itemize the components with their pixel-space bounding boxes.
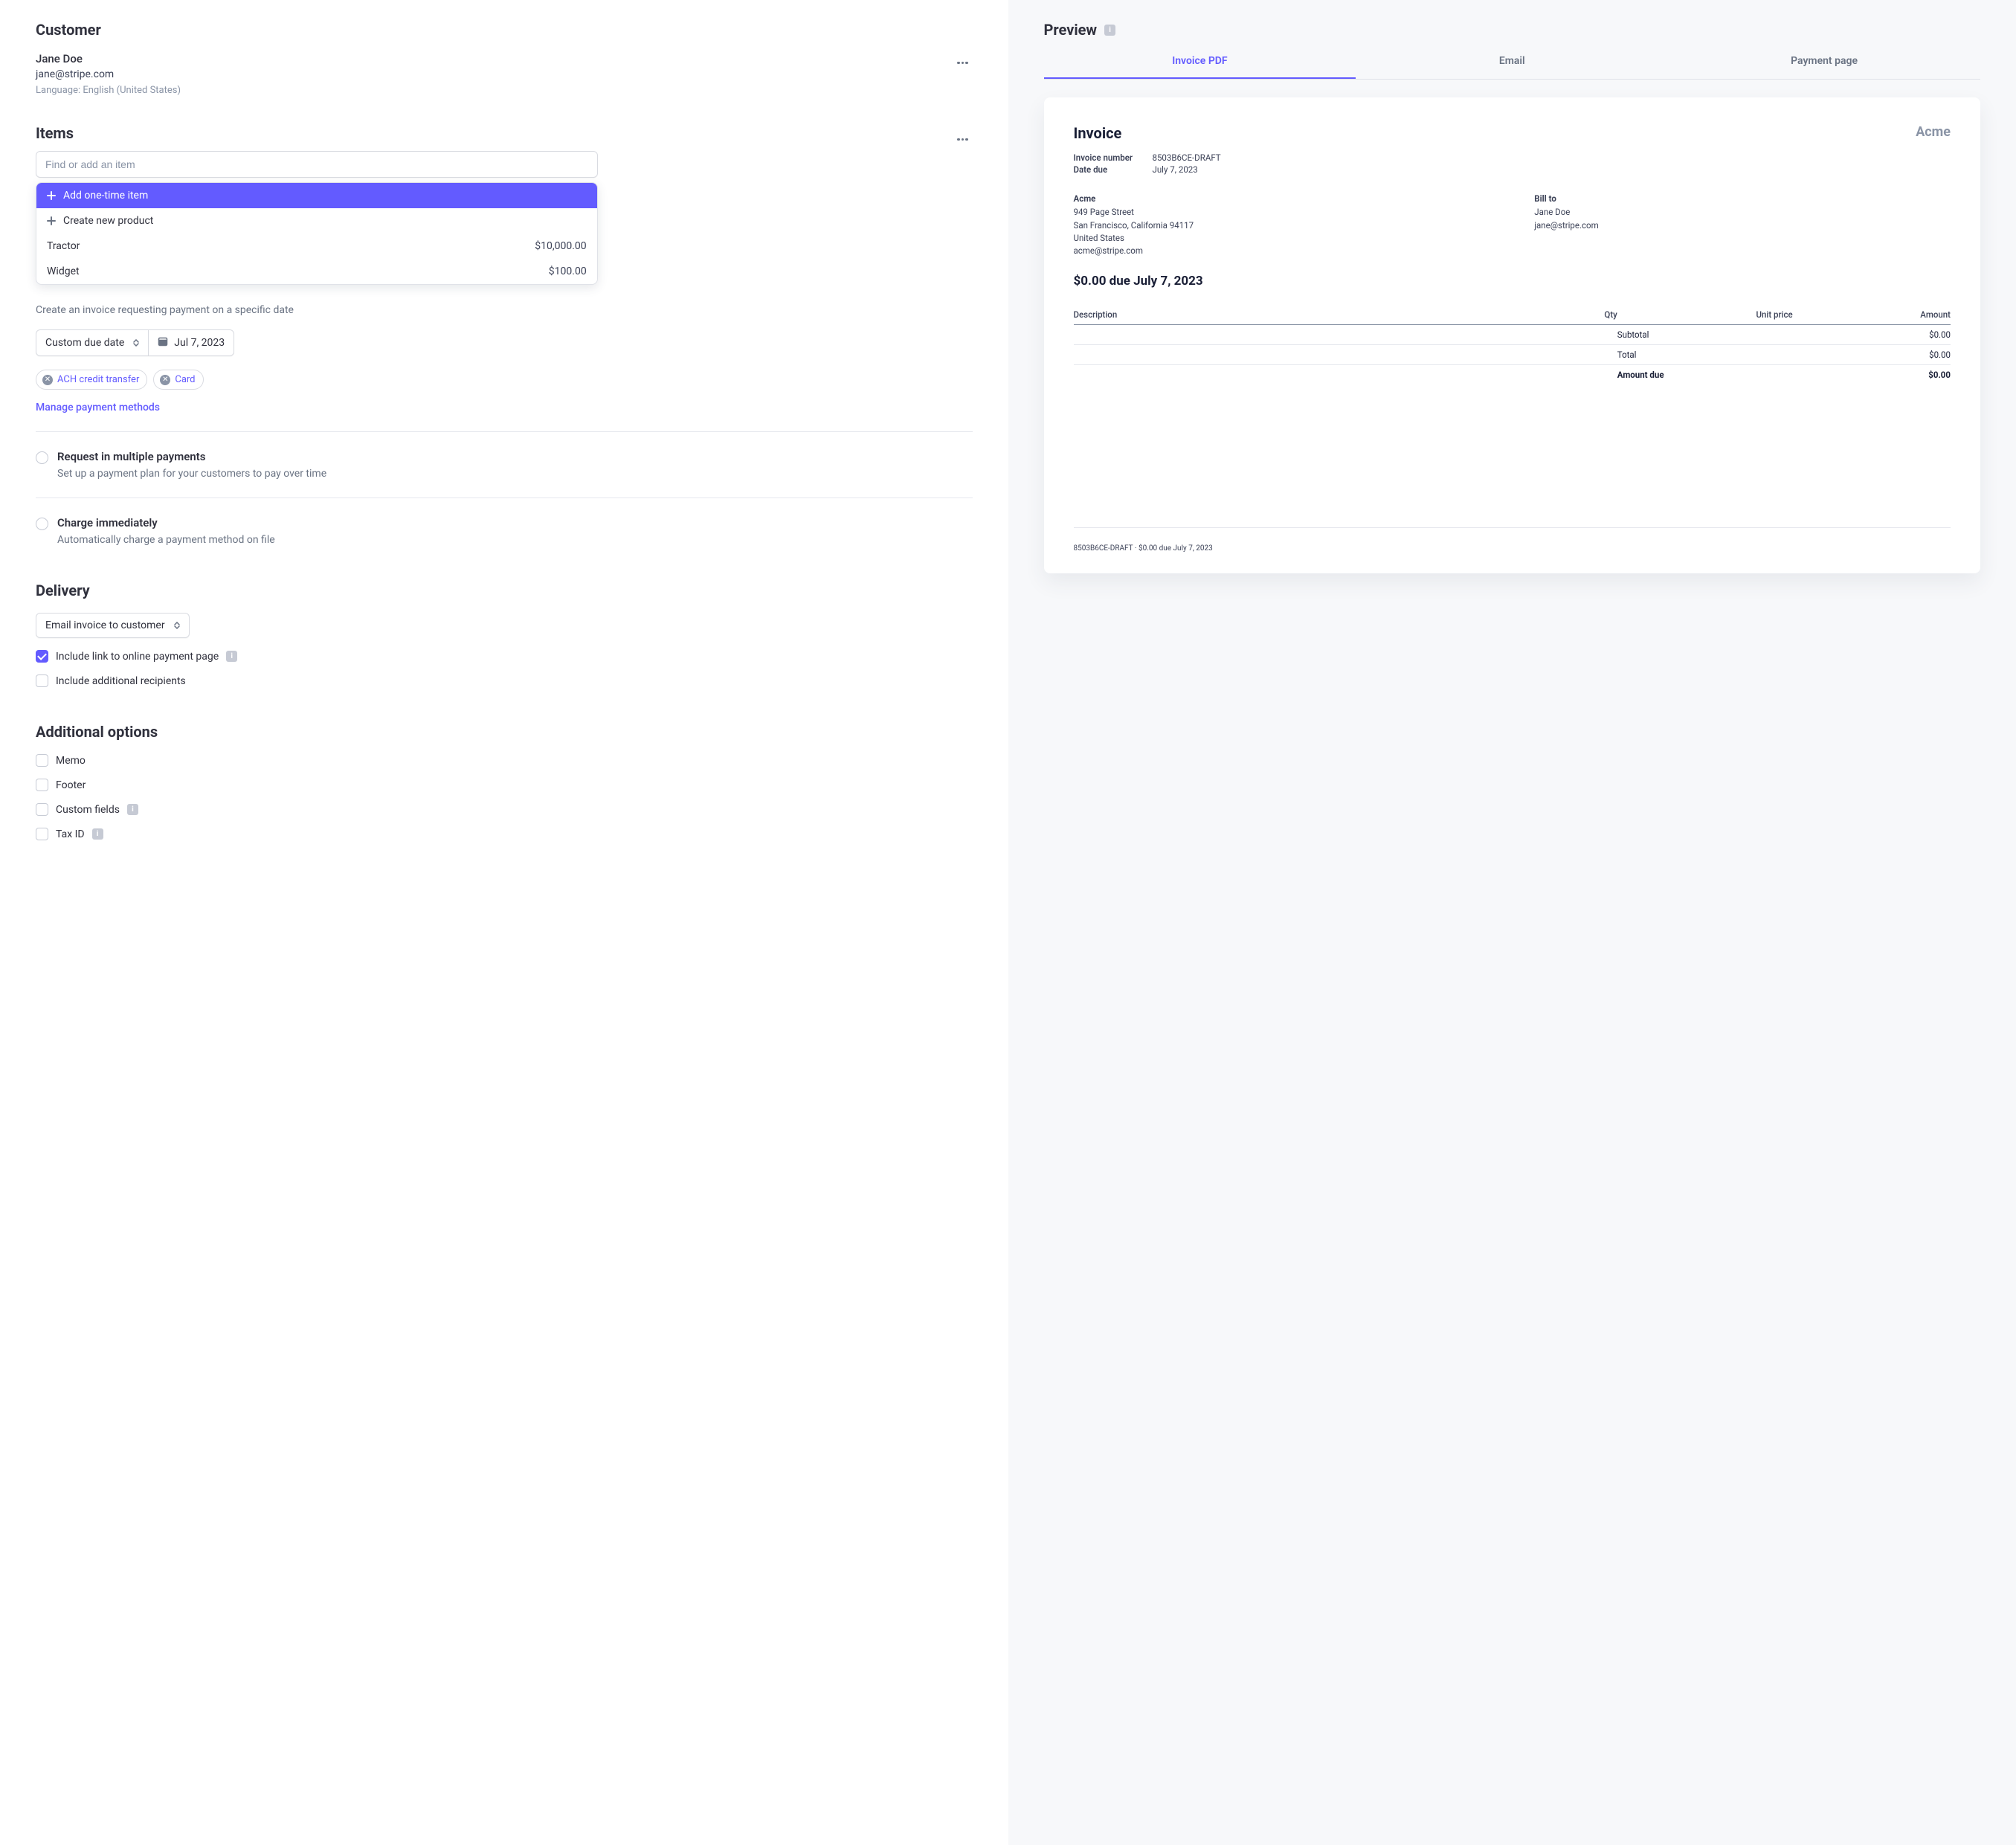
add-one-time-item-option[interactable]: Add one-time item [36,183,597,208]
remove-chip-icon[interactable]: ✕ [160,375,170,385]
payment-method-chip[interactable]: ✕ Card [153,370,203,390]
charge-immediately-desc: Automatically charge a payment method on… [57,534,275,546]
due-date-value: Jul 7, 2023 [174,337,225,349]
invoice-title: Invoice [1074,124,1122,142]
info-icon[interactable]: i [1104,25,1115,36]
tab-invoice-pdf[interactable]: Invoice PDF [1044,46,1356,79]
summary-value: $0.00 [1793,325,1951,345]
item-search-input[interactable] [36,151,598,178]
delivery-method-select[interactable]: Email invoice to customer [36,613,190,638]
col-amount: Amount [1793,305,1951,325]
bill-to-email: jane@stripe.com [1534,219,1951,232]
invoice-line-items-table: Description Qty Unit price Amount Subtot… [1074,305,1951,384]
info-icon[interactable]: i [92,828,103,840]
due-date-mode-label: Custom due date [45,337,124,349]
product-option[interactable]: Widget $100.00 [36,259,597,284]
from-line1: 949 Page Street [1074,206,1490,219]
memo-checkbox[interactable] [36,754,48,767]
due-date-picker[interactable]: Jul 7, 2023 [148,329,234,356]
invoice-number-label: Invoice number [1074,152,1139,163]
info-icon[interactable]: i [226,651,237,662]
select-updown-icon [174,622,180,629]
multiple-payments-title: Request in multiple payments [57,450,326,463]
col-description: Description [1074,305,1495,325]
create-product-label: Create new product [63,215,153,227]
product-option[interactable]: Tractor $10,000.00 [36,234,597,259]
customer-language: Language: English (United States) [36,85,181,96]
remove-chip-icon[interactable]: ✕ [42,375,53,385]
invoice-company: Acme [1916,124,1951,140]
customer-more-button[interactable] [953,52,973,70]
memo-label: Memo [56,755,86,767]
from-line3: United States [1074,232,1490,245]
summary-label: Total [1617,345,1793,365]
product-price: $100.00 [549,265,587,277]
horizontal-dots-icon [957,138,968,141]
product-name: Tractor [47,240,80,252]
items-heading: Items [36,124,74,142]
invoice-number-value: 8503B6CE-DRAFT [1153,152,1221,163]
summary-label: Amount due [1617,365,1793,385]
horizontal-dots-icon [957,62,968,65]
payment-method-label: Card [175,374,195,385]
delivery-method-label: Email invoice to customer [45,619,165,631]
charge-immediately-radio[interactable] [36,518,48,530]
create-product-option[interactable]: Create new product [36,208,597,234]
include-payment-link-checkbox[interactable] [36,650,48,663]
delivery-heading: Delivery [36,582,973,599]
calendar-icon [158,336,168,350]
col-qty: Qty [1495,305,1617,325]
include-payment-link-label: Include link to online payment page [56,651,219,663]
invoice-preview-card: Invoice Acme Invoice number 8503B6CE-DRA… [1044,97,1981,573]
payment-method-label: ACH credit transfer [57,374,139,385]
bill-to-name: Jane Doe [1534,206,1951,219]
tab-payment-page[interactable]: Payment page [1668,46,1980,79]
invoice-date-due-label: Date due [1074,164,1139,175]
custom-fields-checkbox[interactable] [36,803,48,816]
product-name: Widget [47,265,80,277]
summary-value: $0.00 [1793,365,1951,385]
preview-heading: Preview [1044,21,1098,39]
manage-payment-methods-link[interactable]: Manage payment methods [36,402,160,413]
tax-id-checkbox[interactable] [36,828,48,840]
summary-value: $0.00 [1793,345,1951,365]
add-one-time-item-label: Add one-time item [63,190,148,202]
customer-heading: Customer [36,21,973,39]
from-email: acme@stripe.com [1074,245,1490,257]
plus-icon [47,191,56,200]
items-more-button[interactable] [953,129,973,146]
plus-icon [47,216,56,225]
payment-description: Create an invoice requesting payment on … [36,304,973,316]
multiple-payments-radio[interactable] [36,451,48,464]
charge-immediately-title: Charge immediately [57,516,275,529]
summary-label: Subtotal [1617,325,1793,345]
customer-email: jane@stripe.com [36,68,181,80]
payment-method-chip[interactable]: ✕ ACH credit transfer [36,370,147,390]
footer-label: Footer [56,779,86,791]
additional-options-heading: Additional options [36,723,973,741]
multiple-payments-desc: Set up a payment plan for your customers… [57,468,326,480]
from-line2: San Francisco, California 94117 [1074,219,1490,232]
divider [36,431,973,432]
product-price: $10,000.00 [535,240,586,252]
info-icon[interactable]: i [127,804,138,815]
tax-id-label: Tax ID [56,828,85,840]
due-date-mode-select[interactable]: Custom due date [36,329,148,356]
customer-name: Jane Doe [36,52,181,65]
invoice-date-due-value: July 7, 2023 [1153,164,1198,175]
custom-fields-label: Custom fields [56,804,120,816]
invoice-body-spacer [1074,392,1951,528]
from-name: Acme [1074,193,1490,205]
tab-email[interactable]: Email [1356,46,1668,79]
item-dropdown: Add one-time item Create new product Tra… [36,182,598,285]
invoice-footer-line: 8503B6CE-DRAFT · $0.00 due July 7, 2023 [1074,544,1951,553]
col-unit-price: Unit price [1617,305,1793,325]
invoice-due-line: $0.00 due July 7, 2023 [1074,274,1951,289]
footer-checkbox[interactable] [36,779,48,791]
additional-recipients-checkbox[interactable] [36,674,48,687]
select-updown-icon [133,339,139,347]
additional-recipients-label: Include additional recipients [56,675,186,687]
bill-to-heading: Bill to [1534,193,1951,205]
